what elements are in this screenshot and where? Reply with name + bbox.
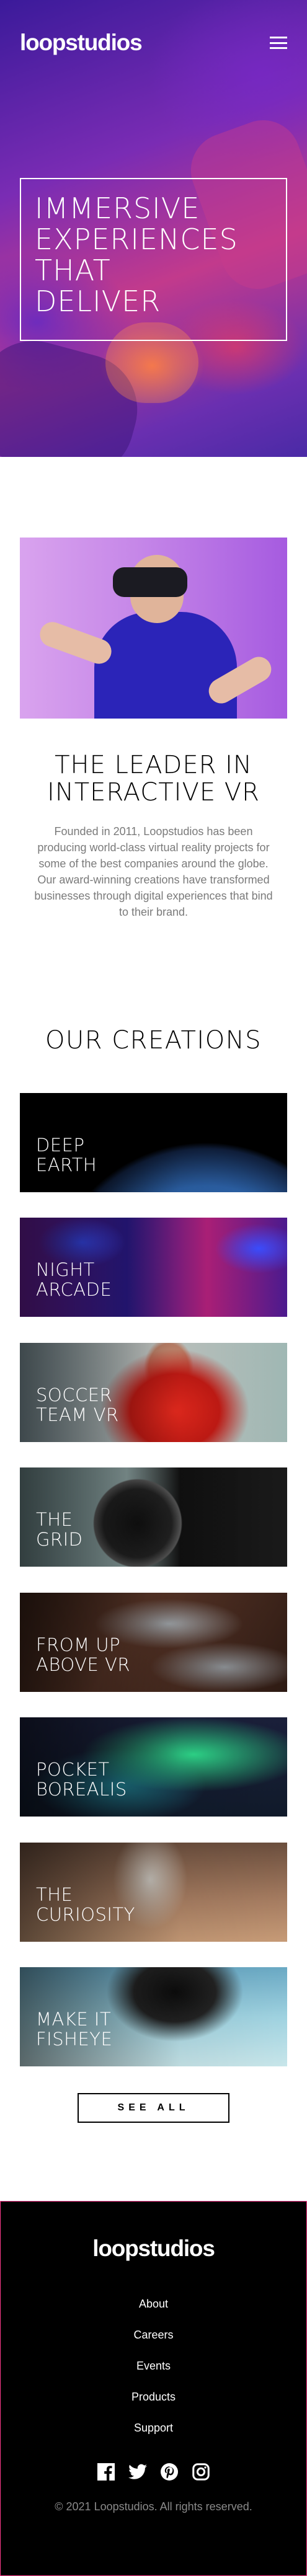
hamburger-bar — [270, 42, 287, 44]
copyright-text: © 2021 Loopstudios. All rights reserved. — [55, 2500, 252, 2513]
leader-heading: THE LEADER IN INTERACTIVE VR — [47, 751, 260, 807]
person-body-shape — [94, 612, 237, 719]
creation-card-label: MAKE IT FISHEYE — [36, 2009, 113, 2050]
vr-headset-shape — [113, 567, 187, 597]
creations-heading: OUR CREATIONS — [45, 1026, 262, 1055]
creation-card-label: DEEP EARTH — [36, 1135, 97, 1175]
hamburger-menu-icon[interactable] — [270, 37, 287, 49]
creation-card-soccer-team-vr[interactable]: SOCCER TEAM VR — [20, 1343, 287, 1442]
footer-link-products[interactable]: Products — [1, 2381, 306, 2412]
creation-card-the-curiosity[interactable]: THE CURIOSITY — [20, 1843, 287, 1942]
creation-card-label: THE GRID — [36, 1509, 83, 1550]
creation-card-deep-earth[interactable]: DEEP EARTH — [20, 1093, 287, 1192]
footer-link-about[interactable]: About — [1, 2288, 306, 2319]
creation-card-label: THE CURIOSITY — [36, 1884, 135, 1925]
hero-section: loopstudios IMMERSIVE EXPERIENCES THAT D… — [0, 0, 307, 457]
hero-title-box: IMMERSIVE EXPERIENCES THAT DELIVER — [20, 178, 287, 341]
hero-title: IMMERSIVE EXPERIENCES THAT DELIVER — [35, 192, 238, 318]
footer-link-careers[interactable]: Careers — [1, 2319, 306, 2350]
creation-card-from-up-above-vr[interactable]: FROM UP ABOVE VR — [20, 1593, 287, 1692]
footer-link-events[interactable]: Events — [1, 2350, 306, 2381]
social-links — [1, 2462, 306, 2482]
site-logo[interactable]: loopstudios — [20, 30, 143, 56]
facebook-icon[interactable] — [96, 2462, 116, 2482]
hamburger-bar — [270, 37, 287, 38]
footer-link-support[interactable]: Support — [1, 2412, 306, 2443]
creation-card-label: FROM UP ABOVE VR — [36, 1634, 131, 1675]
top-navigation: loopstudios — [20, 30, 287, 56]
footer-logo[interactable]: loopstudios — [1, 2236, 306, 2262]
creation-card-night-arcade[interactable]: NIGHT ARCADE — [20, 1218, 287, 1317]
hamburger-bar — [270, 47, 287, 49]
instagram-icon[interactable] — [191, 2462, 211, 2482]
leader-description: Founded in 2011, Loopstudios has been pr… — [34, 825, 273, 918]
pinterest-icon[interactable] — [159, 2462, 179, 2482]
person-arm-shape — [36, 618, 115, 668]
leader-section: THE LEADER IN INTERACTIVE VR Founded in … — [0, 751, 307, 920]
creation-card-pocket-borealis[interactable]: POCKET BOREALIS — [20, 1717, 287, 1817]
creation-card-label: SOCCER TEAM VR — [36, 1384, 119, 1425]
creation-card-label: POCKET BOREALIS — [36, 1759, 127, 1800]
creation-card-make-it-fisheye[interactable]: MAKE IT FISHEYE — [20, 1967, 287, 2066]
vr-headset-image — [20, 538, 287, 719]
site-footer: loopstudios About Careers Events Product… — [0, 2201, 307, 2576]
twitter-icon[interactable] — [128, 2462, 148, 2482]
see-all-button[interactable]: SEE ALL — [78, 2093, 229, 2123]
footer-navigation: About Careers Events Products Support — [1, 2288, 306, 2443]
creation-card-label: NIGHT ARCADE — [36, 1259, 112, 1300]
creation-card-the-grid[interactable]: THE GRID — [20, 1467, 287, 1567]
